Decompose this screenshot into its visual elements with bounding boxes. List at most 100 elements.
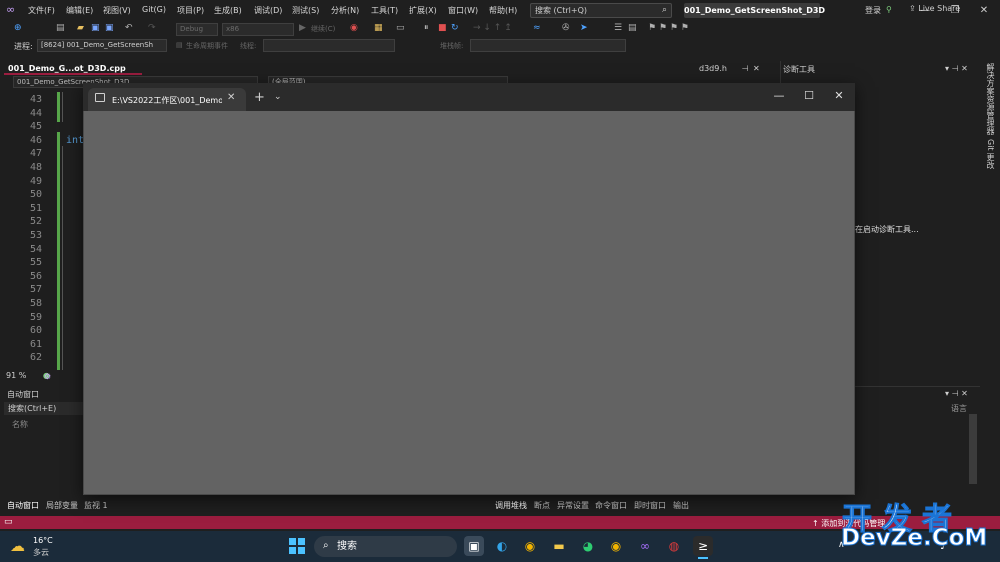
bottom-tab[interactable]: 命令窗口 (595, 500, 627, 511)
bottom-tab[interactable]: 输出 (673, 500, 689, 511)
side-tab-close-icon[interactable]: ✕ (753, 64, 760, 73)
new-tab-button[interactable]: + (254, 90, 265, 105)
zoom-value: 91 % (6, 371, 27, 380)
login-link[interactable]: 登录 (865, 5, 881, 16)
format-icon[interactable]: ☰ (614, 23, 622, 33)
auto-window-search[interactable]: 搜索(Ctrl+E) (4, 402, 84, 415)
continue-button[interactable]: 继续(C) (311, 24, 335, 34)
scrollbar[interactable] (969, 414, 977, 484)
terminal-app-icon[interactable]: ≥ (693, 536, 713, 556)
copilot-icon[interactable]: ⚲ (886, 5, 892, 14)
bottom-tab[interactable]: 调用堆栈 (495, 500, 527, 511)
diagnostic-icon[interactable]: ≈ (533, 23, 541, 33)
menu-item[interactable]: 调试(D) (254, 5, 282, 16)
visual-studio-icon[interactable]: ∞ (635, 536, 655, 556)
git-changes-tab[interactable]: Git 更改 (985, 139, 996, 169)
menu-item[interactable]: 视图(V) (103, 5, 131, 16)
menu-item[interactable]: 窗口(W) (448, 5, 478, 16)
menu-item[interactable]: 文件(F) (28, 5, 55, 16)
bottom-tab[interactable]: 监视 1 (84, 500, 108, 511)
watermark-domain: DevZe.CoM (840, 525, 988, 552)
search-icon: ⌕ (661, 5, 667, 15)
comment-icon[interactable]: ▤ (628, 23, 637, 33)
weather-icon[interactable]: ☁ (10, 537, 25, 555)
lifecycle-label[interactable]: 生命周期事件 (186, 41, 228, 51)
menu-item[interactable]: 项目(P) (177, 5, 204, 16)
diagnostics-message: 在启动诊断工具... (855, 225, 919, 234)
process-select[interactable]: [8624] 001_Demo_GetScreenSh (37, 39, 167, 52)
wechat-icon[interactable]: ◕ (578, 536, 598, 556)
hot-reload-icon[interactable]: ◉ (350, 23, 358, 33)
restart-icon[interactable]: ↻ (451, 23, 459, 33)
stop-icon[interactable]: ■ (438, 23, 447, 33)
new-project-icon[interactable]: ⊕ (14, 23, 22, 33)
file-explorer-icon[interactable]: ▬ (549, 536, 569, 556)
netease-music-icon[interactable]: ◍ (664, 536, 684, 556)
stack-frame-select[interactable] (470, 39, 626, 52)
save-all-icon[interactable]: ▣ (105, 23, 114, 33)
start-button[interactable] (289, 538, 305, 554)
chevron-down-icon[interactable]: ⌄ (274, 92, 282, 102)
bottom-tab[interactable]: 局部变量 (46, 500, 78, 511)
browse-icon[interactable]: ▦ (374, 23, 383, 33)
thread-select[interactable] (263, 39, 395, 52)
intellicode-icon[interactable]: ⚙ (44, 372, 51, 381)
code-text[interactable]: int (66, 135, 84, 146)
diagnostics-pane-controls[interactable]: ▾ ⊣ ✕ (945, 64, 968, 73)
live-share-button[interactable]: ⇪ Live Share (909, 4, 960, 13)
terminal-window[interactable] (83, 83, 855, 495)
line-number: 56 (29, 270, 42, 282)
visual-studio-logo-icon[interactable]: ∞ (6, 4, 20, 16)
menu-item[interactable]: 测试(S) (292, 5, 319, 16)
continue-icon[interactable]: ▶ (299, 23, 306, 33)
line-number: 48 (29, 162, 42, 173)
bookmark-icon[interactable]: ⚑ ⚑ ⚑ ⚑ (648, 23, 689, 33)
open-icon[interactable]: ▤ (56, 23, 65, 33)
window-icon[interactable]: ▭ (396, 23, 405, 33)
name-column-header: 名称 (12, 420, 28, 429)
document-tab[interactable]: 001_Demo_G...ot_D3D.cpp ⊣ ✕ (4, 62, 142, 86)
output-pane-controls[interactable]: ▾ ⊣ ✕ (945, 389, 968, 398)
terminal-maximize-button[interactable]: ☐ (801, 89, 817, 102)
save-icon[interactable]: ▣ (91, 23, 100, 33)
menu-item[interactable]: Git(G) (142, 5, 166, 14)
menu-item[interactable]: 帮助(H) (489, 5, 517, 16)
terminal-close-button[interactable]: ✕ (831, 89, 847, 102)
outline-line (62, 92, 63, 122)
platform-select[interactable]: x86 (222, 23, 294, 36)
side-tab-pin-icon[interactable]: ⊣ (742, 64, 749, 73)
cursor-icon[interactable]: ➤ (580, 23, 588, 33)
bottom-tab[interactable]: 即时窗口 (634, 500, 666, 511)
search-icon: ⌕ (323, 540, 329, 551)
taskbar-search[interactable]: 搜索 (314, 536, 457, 557)
lifecycle-icon[interactable]: ▤ (176, 41, 183, 49)
notification-icon[interactable]: ▭ (4, 517, 13, 527)
menu-item[interactable]: 编辑(E) (66, 5, 93, 16)
terminal-icon (95, 93, 105, 102)
task-view-icon[interactable]: ▣ (464, 536, 484, 556)
menu-item[interactable]: 分析(N) (331, 5, 359, 16)
bottom-tab[interactable]: 异常设置 (557, 500, 589, 511)
menu-item[interactable]: 工具(T) (371, 5, 398, 16)
pause-icon[interactable]: ⏸ (424, 23, 429, 33)
undo-icon[interactable]: ↶ (125, 23, 133, 33)
side-document-tab[interactable]: d3d9.h ⊣ ✕ (695, 62, 775, 75)
chrome-alt-icon[interactable]: ◉ (606, 536, 626, 556)
chrome-icon[interactable]: ◉ (520, 536, 540, 556)
bottom-tab[interactable]: 自动窗口 (7, 500, 39, 511)
edge-icon[interactable]: ◐ (492, 536, 512, 556)
open-folder-icon[interactable]: ▰ (77, 23, 84, 33)
terminal-tab-close-icon[interactable]: ✕ (227, 92, 235, 103)
menu-item[interactable]: 生成(B) (214, 5, 242, 16)
solution-explorer-tab[interactable]: 解决方案资源管理器 (985, 63, 996, 135)
step-icon[interactable]: → ↓ ↑ ↥ (473, 23, 512, 33)
terminal-minimize-button[interactable]: — (771, 89, 787, 102)
config-select[interactable]: Debug (176, 23, 218, 36)
debug-icon[interactable]: ✇ (562, 23, 570, 33)
redo-icon[interactable]: ↷ (148, 23, 156, 33)
bottom-tab[interactable]: 断点 (534, 500, 550, 511)
line-number: 62 (29, 352, 42, 364)
close-button[interactable]: ✕ (975, 3, 993, 18)
search-box[interactable]: 搜索 (Ctrl+Q) ⌕ (530, 3, 672, 18)
menu-item[interactable]: 扩展(X) (409, 5, 437, 16)
